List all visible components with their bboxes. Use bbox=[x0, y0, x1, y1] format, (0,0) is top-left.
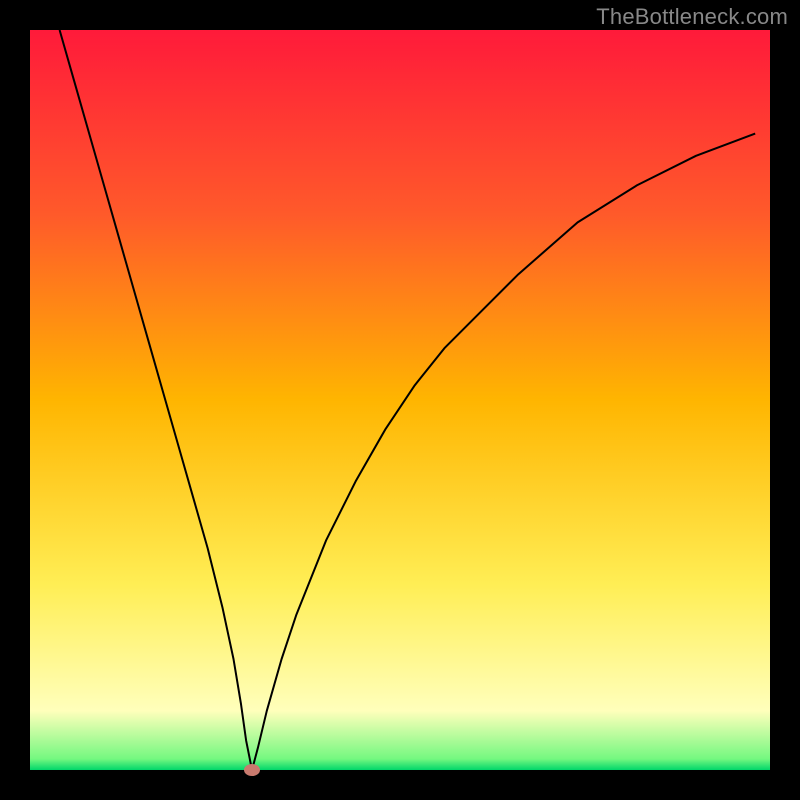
chart-svg bbox=[0, 0, 800, 800]
bottleneck-chart: TheBottleneck.com bbox=[0, 0, 800, 800]
min-point-marker bbox=[244, 764, 260, 776]
plot-area bbox=[30, 30, 770, 770]
watermark: TheBottleneck.com bbox=[596, 4, 788, 30]
